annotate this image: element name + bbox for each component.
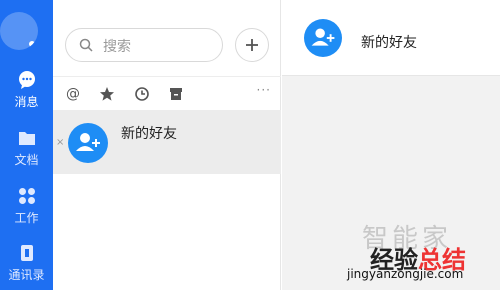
recent-clock-icon[interactable] [133,85,151,103]
conversation-panel: 搜索 @ ··· × 新的好友 [53,0,281,290]
chat-title: 新的好友 [361,35,417,51]
nav-item-messages[interactable]: 消息 [0,70,53,110]
chat-bubble-icon [18,71,35,89]
watermark-url: jingyanzongjie.com [347,267,464,281]
nav-item-work[interactable]: 工作 [0,186,53,226]
contacts-icon [20,245,33,261]
search-input[interactable]: 搜索 [65,28,223,62]
add-button[interactable] [235,28,269,62]
plus-icon [246,39,258,51]
folder-icon [18,132,35,145]
apps-grid-icon [18,188,35,204]
conversation-name: 新的好友 [121,126,177,142]
at-mention-icon[interactable]: @ [64,85,82,103]
nav-item-contacts[interactable]: 通讯录 [0,243,53,283]
nav-label: 消息 [14,95,39,109]
left-nav: 消息 文档 工作 通讯录 [0,0,53,290]
filter-toolbar: @ ··· [53,83,281,105]
chat-header: 新的好友 [282,0,500,76]
search-placeholder: 搜索 [103,39,131,55]
add-friend-avatar [304,19,342,57]
add-person-icon [311,28,335,46]
star-icon[interactable] [98,85,116,103]
nav-item-docs[interactable]: 文档 [0,128,53,168]
more-options-icon[interactable]: ··· [257,83,271,97]
add-person-icon [76,133,100,151]
nav-label: 文档 [14,153,39,167]
search-icon [79,38,93,52]
close-icon[interactable]: × [56,137,64,148]
add-friend-avatar [68,123,108,163]
nav-label: 通讯录 [8,268,45,282]
list-item[interactable]: × 新的好友 [53,110,281,174]
divider [53,76,281,77]
user-avatar[interactable] [0,12,38,50]
archive-icon[interactable] [167,85,185,103]
nav-label: 工作 [14,211,39,225]
